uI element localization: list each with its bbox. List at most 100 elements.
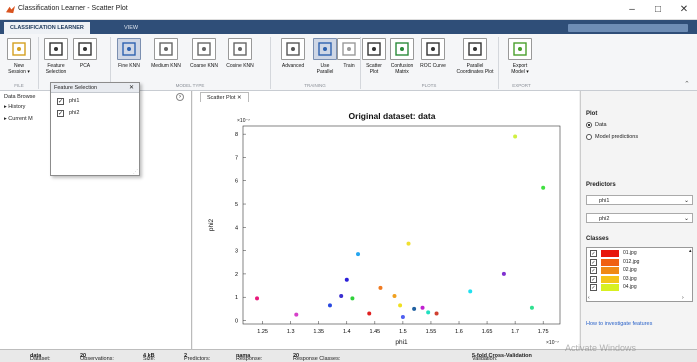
classes-list[interactable]: ✓ 01.jpg ✓ 012.jpg ✓ 02.jpg ✓ 03.jpg ✓ 04.jpg (586, 247, 693, 302)
knn-medium-icon[interactable] (154, 38, 178, 60)
play-icon[interactable] (337, 38, 361, 60)
tab-close-icon[interactable]: ✕ (237, 95, 242, 101)
scatter-point[interactable] (541, 185, 546, 190)
select-value: phi2 (599, 216, 610, 222)
scatter-point[interactable] (392, 294, 397, 299)
checkbox-icon[interactable]: ✓ (590, 275, 597, 283)
popup-header: Feature Selection ✕ (51, 83, 139, 93)
gear-icon[interactable] (281, 38, 305, 60)
tab-view[interactable]: VIEW (118, 22, 144, 34)
scatter-point[interactable] (420, 305, 425, 310)
x-exponent-label: ×10⁻⁷ (546, 340, 559, 346)
scatter-point[interactable] (400, 315, 405, 320)
knn-fine-icon[interactable] (117, 38, 141, 60)
use-parallel-button[interactable]: Use Parallel (312, 63, 338, 75)
parallel-coordinates-icon[interactable] (463, 38, 487, 60)
scatter-chart[interactable]: Original dataset: data 1.25 1.3 1.35 1.4 1.4… (193, 103, 579, 349)
roc-curve-icon[interactable] (421, 38, 445, 60)
checkbox-icon[interactable]: ✓ (590, 258, 597, 266)
pca-chart-icon[interactable] (73, 38, 97, 60)
scroll-up-icon[interactable]: ▴ (689, 248, 692, 254)
parallel-coordinates-button[interactable]: Parallel Coordinates Plot (450, 63, 500, 75)
scroll-left-icon[interactable]: ‹ (588, 295, 590, 301)
scroll-right-icon[interactable]: › (682, 295, 684, 301)
resize-grip-icon[interactable]: ⋰ (133, 169, 138, 175)
collapse-icon[interactable]: › (176, 93, 184, 101)
collapse-ribbon-icon[interactable]: ⌃ (684, 80, 690, 88)
new-session-button[interactable]: New Session ▾ (2, 63, 36, 75)
scatter-point[interactable] (350, 296, 355, 301)
pca-button[interactable]: PCA (72, 63, 98, 69)
check-export-icon[interactable] (508, 38, 532, 60)
knn-cosine-icon[interactable] (228, 38, 252, 60)
confusion-matrix-icon[interactable] (390, 38, 414, 60)
current-model-label: Current M (8, 116, 33, 122)
folder-plus-icon[interactable] (7, 38, 31, 60)
scatter-point[interactable] (344, 277, 349, 282)
scatter-point[interactable] (434, 311, 439, 316)
x-predictor-select[interactable]: phi1 ⌄ (586, 195, 693, 205)
scatter-point[interactable] (356, 252, 361, 257)
scatter-point[interactable] (367, 311, 372, 316)
scatter-point[interactable] (255, 296, 260, 301)
checkbox-icon[interactable]: ✓ (57, 110, 64, 117)
close-button[interactable]: ✕ (674, 3, 694, 17)
maximize-button[interactable]: □ (648, 3, 668, 17)
x-tick-label: 1.65 (482, 329, 493, 335)
x-tick-label: 1.45 (369, 329, 380, 335)
scatter-point[interactable] (412, 306, 417, 311)
scatter-icon[interactable] (362, 38, 386, 60)
x-tick-label: 1.3 (287, 329, 295, 335)
scatter-point[interactable] (294, 312, 299, 317)
fine-knn-button[interactable]: Fine KNN (111, 63, 147, 69)
checkbox-icon[interactable]: ✓ (590, 250, 597, 257)
export-model-button[interactable]: Export Model ▾ (503, 63, 537, 75)
advanced-button[interactable]: Advanced (273, 63, 313, 69)
radio-selected-icon[interactable] (586, 122, 592, 128)
scatter-point[interactable] (378, 285, 383, 290)
scatter-point[interactable] (339, 294, 344, 299)
scatter-point[interactable] (501, 271, 506, 276)
investigate-features-link[interactable]: How to investigate features (586, 321, 652, 327)
data-browser-label: Data Browse (4, 94, 36, 100)
scatter-point[interactable] (513, 134, 518, 139)
scatter-plot-button[interactable]: Scatter Plot (361, 63, 387, 75)
feature-selection-button[interactable]: Feature Selection (40, 63, 72, 75)
class-color-swatch (601, 258, 619, 266)
radio-icon[interactable] (586, 134, 592, 140)
scatter-point[interactable] (468, 289, 473, 294)
parallel-icon[interactable] (313, 38, 337, 60)
class-color-swatch (601, 267, 619, 274)
x-tick-label: 1.5 (399, 329, 407, 335)
train-button[interactable]: Train (337, 63, 361, 69)
scatter-point[interactable] (327, 303, 332, 308)
current-model-section[interactable]: ▸ Current M (4, 116, 33, 122)
class-color-swatch (601, 250, 619, 257)
minimize-button[interactable]: – (622, 3, 642, 17)
history-section[interactable]: ▸ History (4, 104, 25, 110)
scatter-point[interactable] (529, 305, 534, 310)
axes-box (242, 125, 561, 325)
cosine-knn-button[interactable]: Cosine KNN (221, 63, 259, 69)
checkbox-icon[interactable]: ✓ (590, 284, 597, 291)
y-predictor-select[interactable]: phi2 ⌄ (586, 213, 693, 223)
scatter-point[interactable] (426, 310, 431, 315)
roc-curve-button[interactable]: ROC Curve (416, 63, 450, 69)
checkbox-icon[interactable]: ✓ (57, 98, 64, 105)
checkbox-icon[interactable]: ✓ (590, 267, 597, 274)
confusion-matrix-button[interactable]: Confusion Matrix (386, 63, 418, 75)
window-title: Classification Learner - Scatter Plot (18, 5, 128, 12)
popup-close-icon[interactable]: ✕ (129, 84, 134, 91)
scatter-point[interactable] (406, 241, 411, 246)
medium-knn-button[interactable]: Medium KNN (147, 63, 185, 69)
ribbon-group-separator (38, 37, 39, 89)
scatter-point[interactable] (398, 303, 403, 308)
y-tick-label: 2 (235, 272, 238, 278)
tab-classification-learner[interactable]: CLASSIFICATION LEARNER (4, 22, 90, 34)
knn-coarse-icon[interactable] (192, 38, 216, 60)
coarse-knn-button[interactable]: Coarse KNN (185, 63, 223, 69)
quick-access-toolbar[interactable] (568, 24, 688, 32)
y-tick-label: 5 (235, 202, 238, 208)
scatter-plot-tab[interactable]: Scatter Plot ✕ (200, 92, 249, 102)
feature-list-icon[interactable] (44, 38, 68, 60)
